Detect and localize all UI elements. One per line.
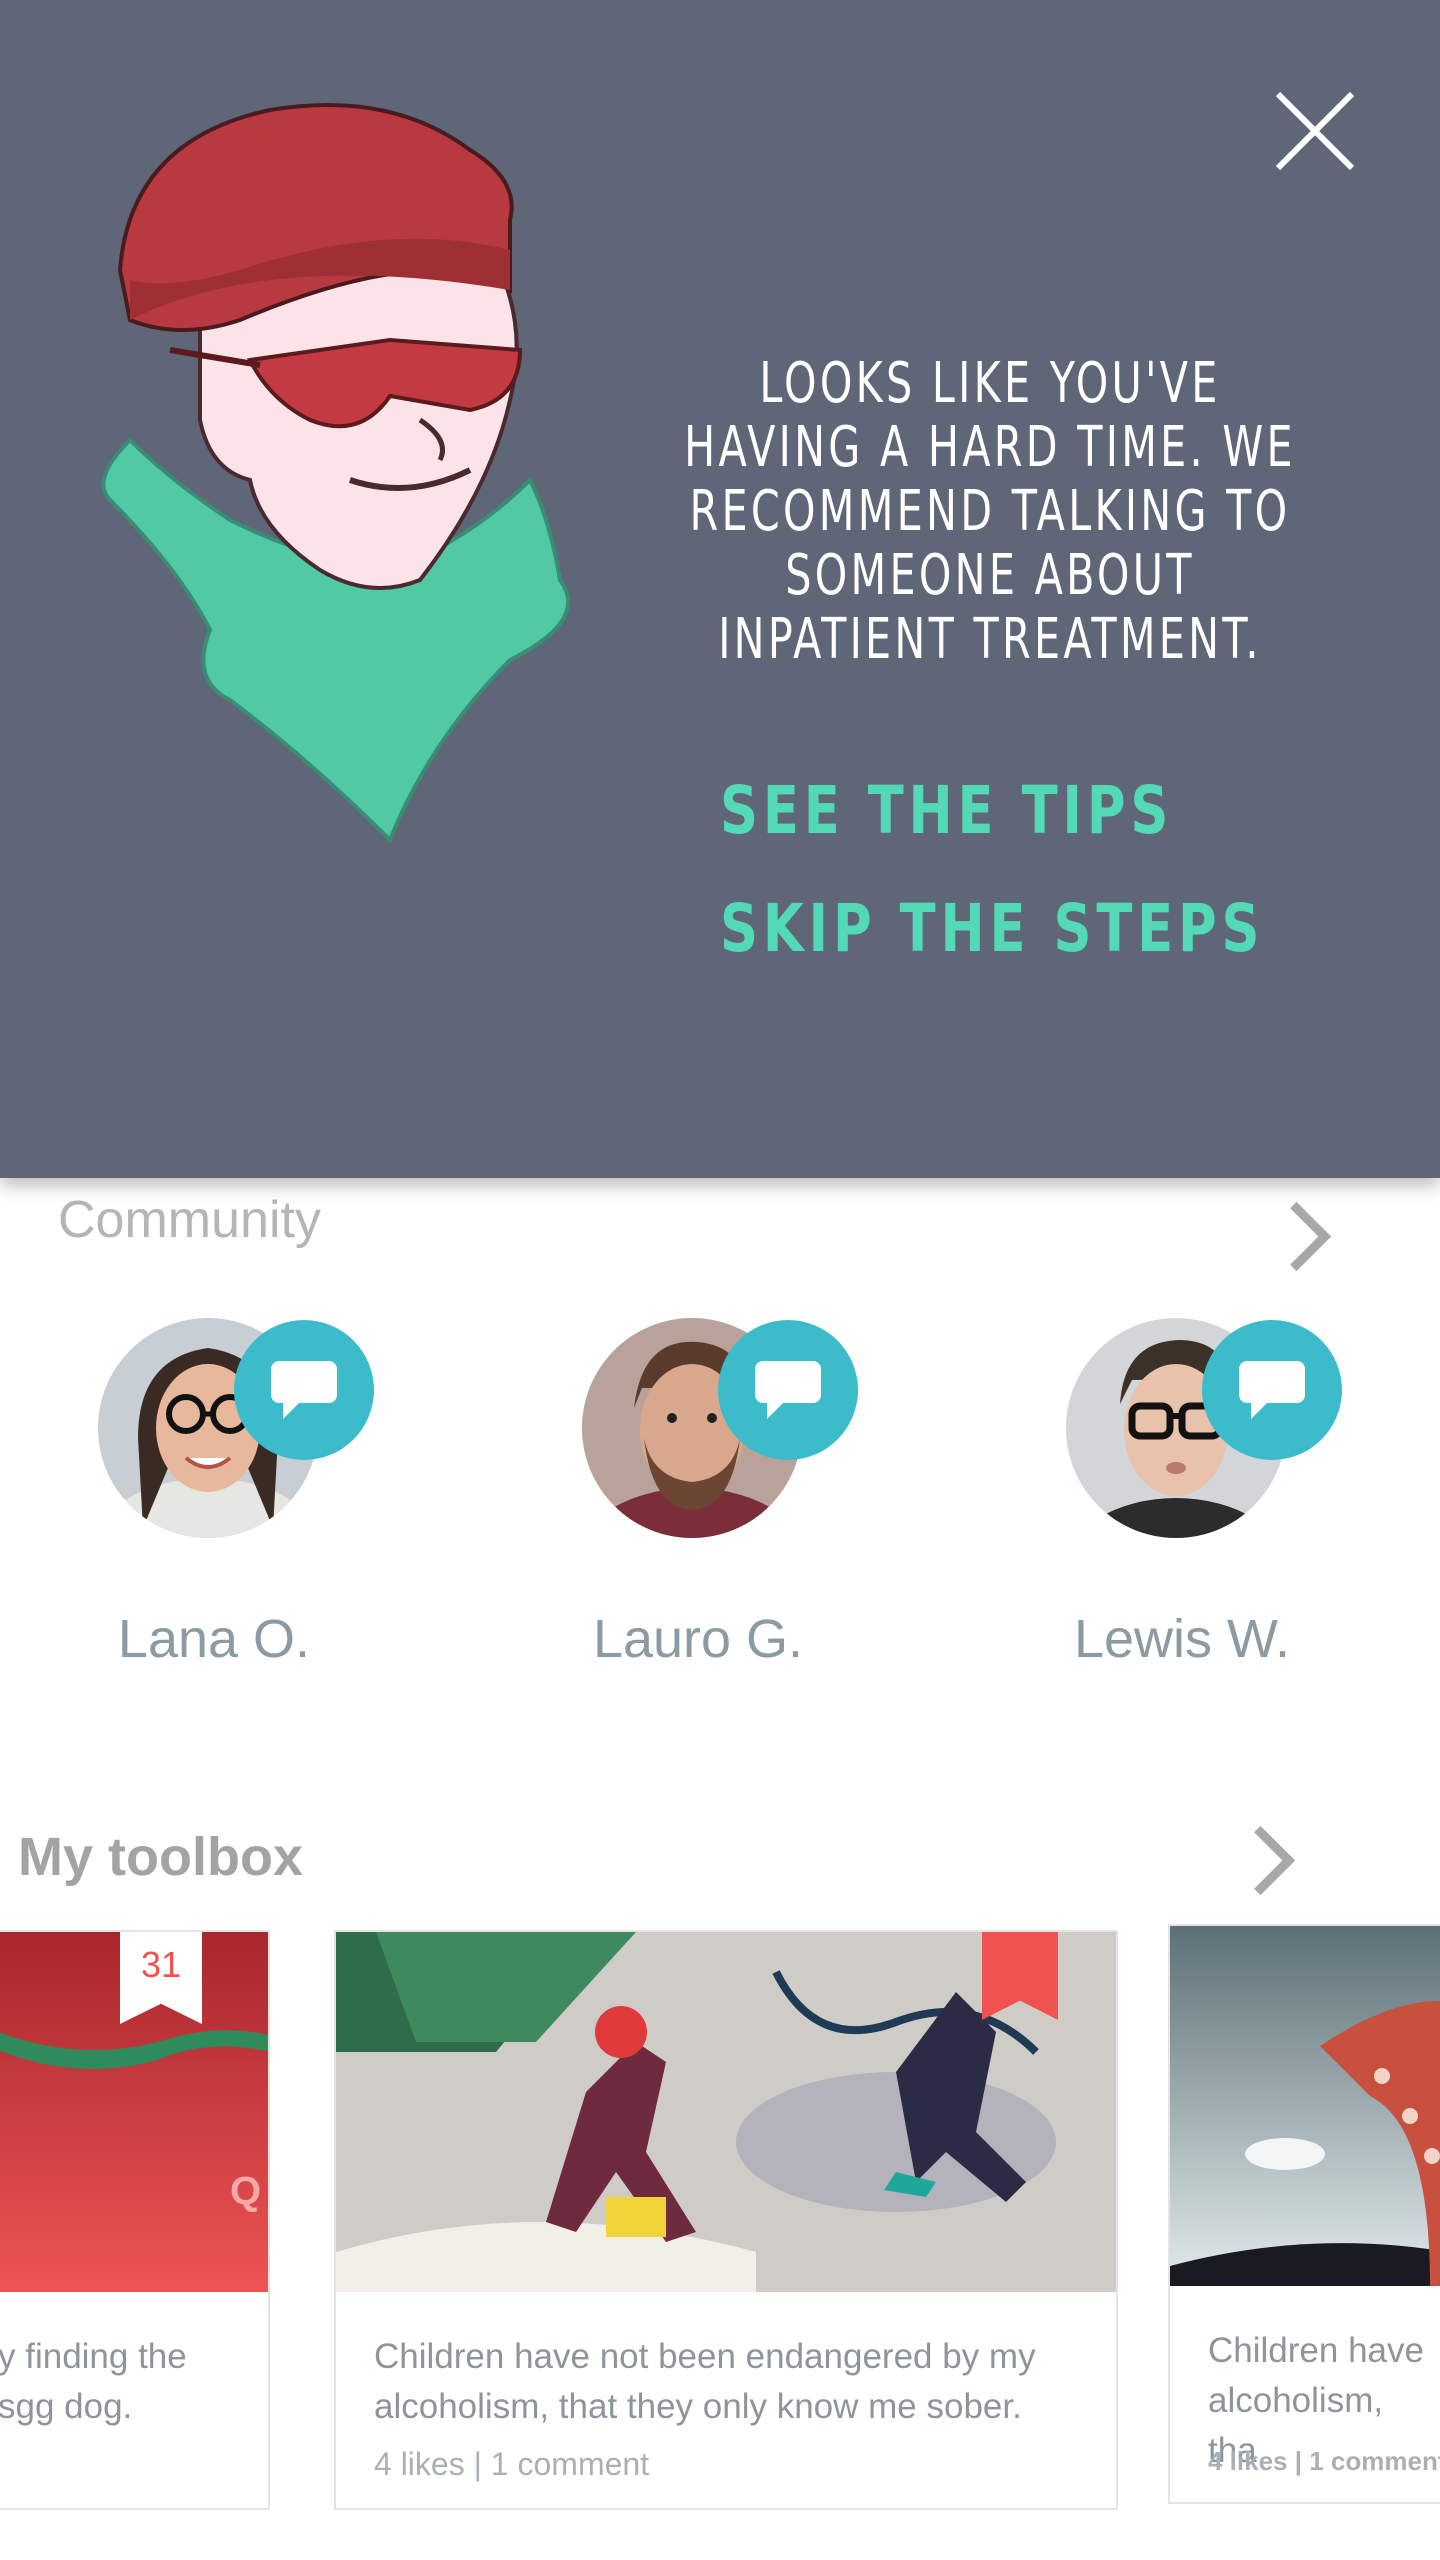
toolbox-chevron-icon[interactable]	[1225, 1825, 1296, 1896]
modal-message: Looks like you've having a hard time. We…	[684, 351, 1296, 672]
toolbox-card[interactable]: Children have alcoholism, tha 4 likes | …	[1168, 1924, 1440, 2504]
avatar-wrap	[1066, 1318, 1342, 1538]
card-text: y finding the sgg dog.	[0, 2337, 187, 2426]
avatar-wrap	[98, 1318, 374, 1538]
chat-bubble-icon[interactable]	[718, 1320, 858, 1460]
community-chevron-icon[interactable]	[1261, 1201, 1332, 1272]
member-card-lewis[interactable]: Lewis W.	[1032, 1318, 1352, 1698]
member-name: Lewis W.	[1073, 1609, 1291, 1669]
svg-text:Q: Q	[230, 2169, 261, 2213]
card-text: Children have not been endangered by my …	[374, 2337, 1036, 2426]
member-name: Lauro G.	[592, 1609, 804, 1669]
toolbox-card[interactable]: Q 31 y finding the sgg dog.	[0, 1930, 270, 2510]
community-title: Community	[58, 1191, 321, 1249]
character-illustration	[90, 100, 630, 880]
card-meta: 4 likes | 1 comment	[1208, 2446, 1440, 2476]
card-meta: 4 likes | 1 comment	[374, 2446, 650, 2482]
see-tips-link[interactable]: See the tips	[720, 772, 1173, 849]
close-icon[interactable]	[1270, 86, 1360, 176]
chat-bubble-icon[interactable]	[1202, 1320, 1342, 1460]
avatar-wrap	[582, 1318, 858, 1538]
card-image	[1170, 1926, 1440, 2286]
member-name: Lana O.	[117, 1609, 311, 1669]
member-card-lauro[interactable]: Lauro G.	[548, 1318, 868, 1698]
treatment-modal: Looks like you've having a hard time. We…	[0, 0, 1440, 1178]
chat-bubble-icon[interactable]	[234, 1320, 374, 1460]
toolbox-card[interactable]: Children have not been endangered by my …	[334, 1930, 1118, 2510]
skip-steps-link[interactable]: Skip the steps	[720, 890, 1264, 967]
date-badge-label: 31	[140, 1944, 182, 1985]
member-card-lana[interactable]: Lana O.	[64, 1318, 384, 1698]
toolbox-title: My toolbox	[18, 1827, 303, 1887]
